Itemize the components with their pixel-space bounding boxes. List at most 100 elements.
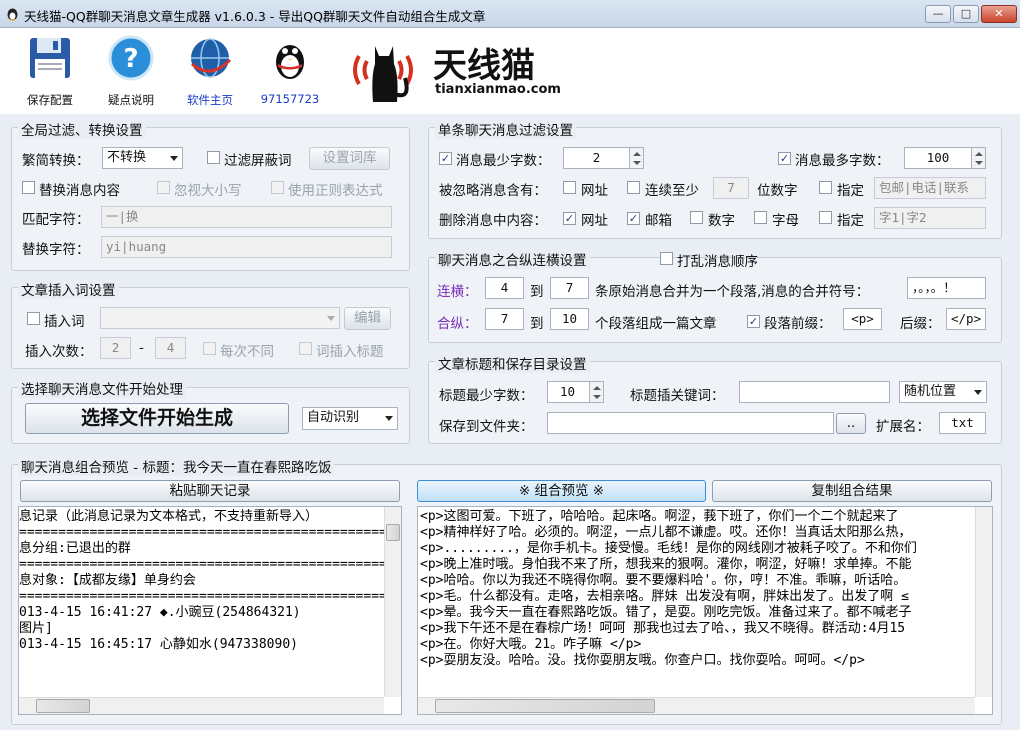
- insert-times-from[interactable]: 2: [100, 337, 131, 359]
- copy-result-button[interactable]: 复制组合结果: [712, 480, 992, 502]
- h-desc-label: 条原始消息合并为一个段落,消息的合并符号：: [595, 284, 870, 300]
- chat-line: 图片]: [19, 621, 53, 636]
- chat-log-hscrollbar[interactable]: [19, 697, 384, 714]
- match-label: 匹配字符：: [22, 212, 90, 228]
- continuous-label: 连续至少: [645, 183, 699, 199]
- shuffle-checkbox[interactable]: [660, 252, 673, 269]
- filter-words-label: 过滤屏蔽词: [224, 153, 292, 169]
- help-label: 疑点说明: [108, 93, 154, 107]
- result-vscrollbar[interactable]: [975, 507, 992, 697]
- edit-button[interactable]: 编辑: [344, 307, 391, 330]
- max-len-input[interactable]: 100: [904, 147, 986, 169]
- replace-label: 替换字符：: [22, 242, 90, 258]
- h-symbol-input[interactable]: ，。，。！: [907, 277, 986, 299]
- preview-title: 聊天消息组合预览 - 标题：我今天一直在春熙路吃饭: [18, 456, 335, 476]
- v-to-input[interactable]: 10: [550, 308, 589, 330]
- digits-input[interactable]: 7: [713, 177, 749, 199]
- folder-input[interactable]: [547, 412, 834, 434]
- folder-label: 保存到文件夹：: [439, 419, 534, 435]
- help-button[interactable]: ? 疑点说明: [96, 34, 166, 108]
- title-pos-select[interactable]: 随机位置: [899, 381, 987, 403]
- as-title-checkbox[interactable]: [299, 342, 312, 359]
- browse-button[interactable]: ..: [836, 413, 866, 434]
- result-line: <p>耍朋友没。哈哈。没。找你耍朋友哦。你查户口。找你耍哈。呵呵。</p>: [420, 653, 865, 668]
- scroll-thumb[interactable]: [386, 524, 400, 541]
- ignore-case-checkbox[interactable]: [157, 181, 170, 198]
- continuous-checkbox[interactable]: [627, 181, 640, 198]
- ignore-url-label: 网址: [581, 183, 608, 199]
- use-regex-checkbox[interactable]: [271, 181, 284, 198]
- delete-letter-checkbox[interactable]: [754, 211, 767, 228]
- combine-result-textarea[interactable]: <p>这图可爱。下班了，哈哈哈。起床咯。啊涩，莪下班了，你们一个二个就起来了 <…: [417, 506, 993, 715]
- title-min-input[interactable]: 10: [547, 381, 604, 403]
- chat-log-vscrollbar[interactable]: [384, 507, 401, 697]
- filter-words-checkbox[interactable]: [207, 151, 220, 168]
- title-save-title: 文章标题和保存目录设置: [435, 353, 590, 373]
- result-line: <p>晕。我今天一直在春熙路吃饭。错了，是耍。刚吃完饭。准备过来了。都不喊老子: [420, 605, 912, 620]
- setup-lib-button[interactable]: 设置词库: [309, 147, 390, 170]
- replace-content-label: 替换消息内容: [39, 183, 120, 199]
- suffix-input[interactable]: </p>: [946, 308, 986, 330]
- replace-content-checkbox[interactable]: [22, 181, 35, 198]
- delete-specify-label: 指定: [837, 213, 864, 229]
- start-group-title: 选择聊天消息文件开始处理: [18, 378, 186, 398]
- match-input[interactable]: 一|换: [101, 206, 392, 228]
- min-len-input[interactable]: 2: [563, 147, 644, 169]
- qq-penguin-icon: [266, 34, 314, 82]
- close-button[interactable]: ✕: [981, 5, 1017, 23]
- title-kw-input[interactable]: [739, 381, 890, 403]
- chat-line: ========================================…: [19, 589, 385, 604]
- homepage-label: 软件主页: [187, 93, 233, 107]
- result-hscrollbar[interactable]: [418, 697, 975, 714]
- max-len-checkbox[interactable]: ✓: [778, 151, 791, 166]
- ignore-specify-input[interactable]: 包邮|电话|联系: [874, 177, 986, 199]
- qq-link[interactable]: 97157723: [255, 34, 325, 106]
- homepage-link[interactable]: 软件主页: [175, 34, 245, 108]
- combine-preview-button[interactable]: ※ 组合预览 ※: [417, 480, 706, 502]
- maximize-button[interactable]: □: [953, 5, 979, 23]
- chat-log-textarea[interactable]: 息记录（此消息记录为文本格式，不支持重新导入） ================…: [18, 506, 402, 715]
- mode-select[interactable]: 自动识别: [302, 407, 398, 430]
- ignore-specify-checkbox[interactable]: [819, 181, 832, 198]
- ext-input[interactable]: txt: [939, 412, 986, 434]
- title-min-label: 标题最少字数：: [439, 388, 534, 404]
- ignore-specify-label: 指定: [837, 183, 864, 199]
- vertical-label: 合纵：: [437, 316, 478, 332]
- delete-number-checkbox[interactable]: [690, 211, 703, 228]
- shuffle-label: 打乱消息顺序: [677, 254, 758, 270]
- convert-label: 繁简转换：: [22, 153, 90, 169]
- ignore-case-label: 忽视大小写: [174, 183, 242, 199]
- start-generate-button[interactable]: 选择文件开始生成: [25, 403, 289, 434]
- min-len-checkbox[interactable]: ✓: [439, 151, 452, 166]
- prefix-input[interactable]: <p>: [843, 308, 882, 330]
- scroll-thumb[interactable]: [36, 699, 90, 713]
- each-diff-checkbox[interactable]: [203, 342, 216, 359]
- ext-label: 扩展名：: [876, 419, 930, 435]
- h-from-input[interactable]: 4: [485, 277, 524, 299]
- scroll-thumb[interactable]: [435, 699, 655, 713]
- brand-logo: 天线猫 tianxianmao.com: [345, 34, 561, 106]
- minimize-button[interactable]: —: [925, 5, 951, 23]
- v-from-input[interactable]: 7: [485, 308, 524, 330]
- single-filter-title: 单条聊天消息过滤设置: [435, 119, 576, 139]
- convert-select[interactable]: 不转换: [102, 147, 183, 169]
- insert-word-checkbox[interactable]: [27, 312, 40, 329]
- chat-line: 息对象:【成都友缘】单身约会: [19, 573, 196, 588]
- delete-email-label: 邮箱: [645, 213, 672, 229]
- save-config-button[interactable]: 保存配置: [15, 34, 85, 108]
- paste-log-button[interactable]: 粘贴聊天记录: [20, 480, 400, 502]
- max-len-label: 消息最多字数：: [795, 153, 890, 169]
- result-line: <p>在。你好大哦。21。咋子嘛 </p>: [420, 637, 642, 652]
- insert-word-select[interactable]: [100, 307, 340, 329]
- delete-url-checkbox[interactable]: ✓: [563, 211, 576, 226]
- digit-unit-label: 位数字: [757, 183, 798, 199]
- prefix-checkbox[interactable]: ✓: [747, 314, 760, 329]
- insert-times-label: 插入次数：: [25, 344, 93, 360]
- delete-email-checkbox[interactable]: ✓: [627, 211, 640, 226]
- replace-input[interactable]: yi|huang: [101, 236, 392, 258]
- ignore-url-checkbox[interactable]: [563, 181, 576, 198]
- delete-specify-checkbox[interactable]: [819, 211, 832, 228]
- h-to-input[interactable]: 7: [550, 277, 589, 299]
- insert-times-to[interactable]: 4: [155, 337, 186, 359]
- delete-specify-input[interactable]: 字1|字2: [874, 207, 986, 229]
